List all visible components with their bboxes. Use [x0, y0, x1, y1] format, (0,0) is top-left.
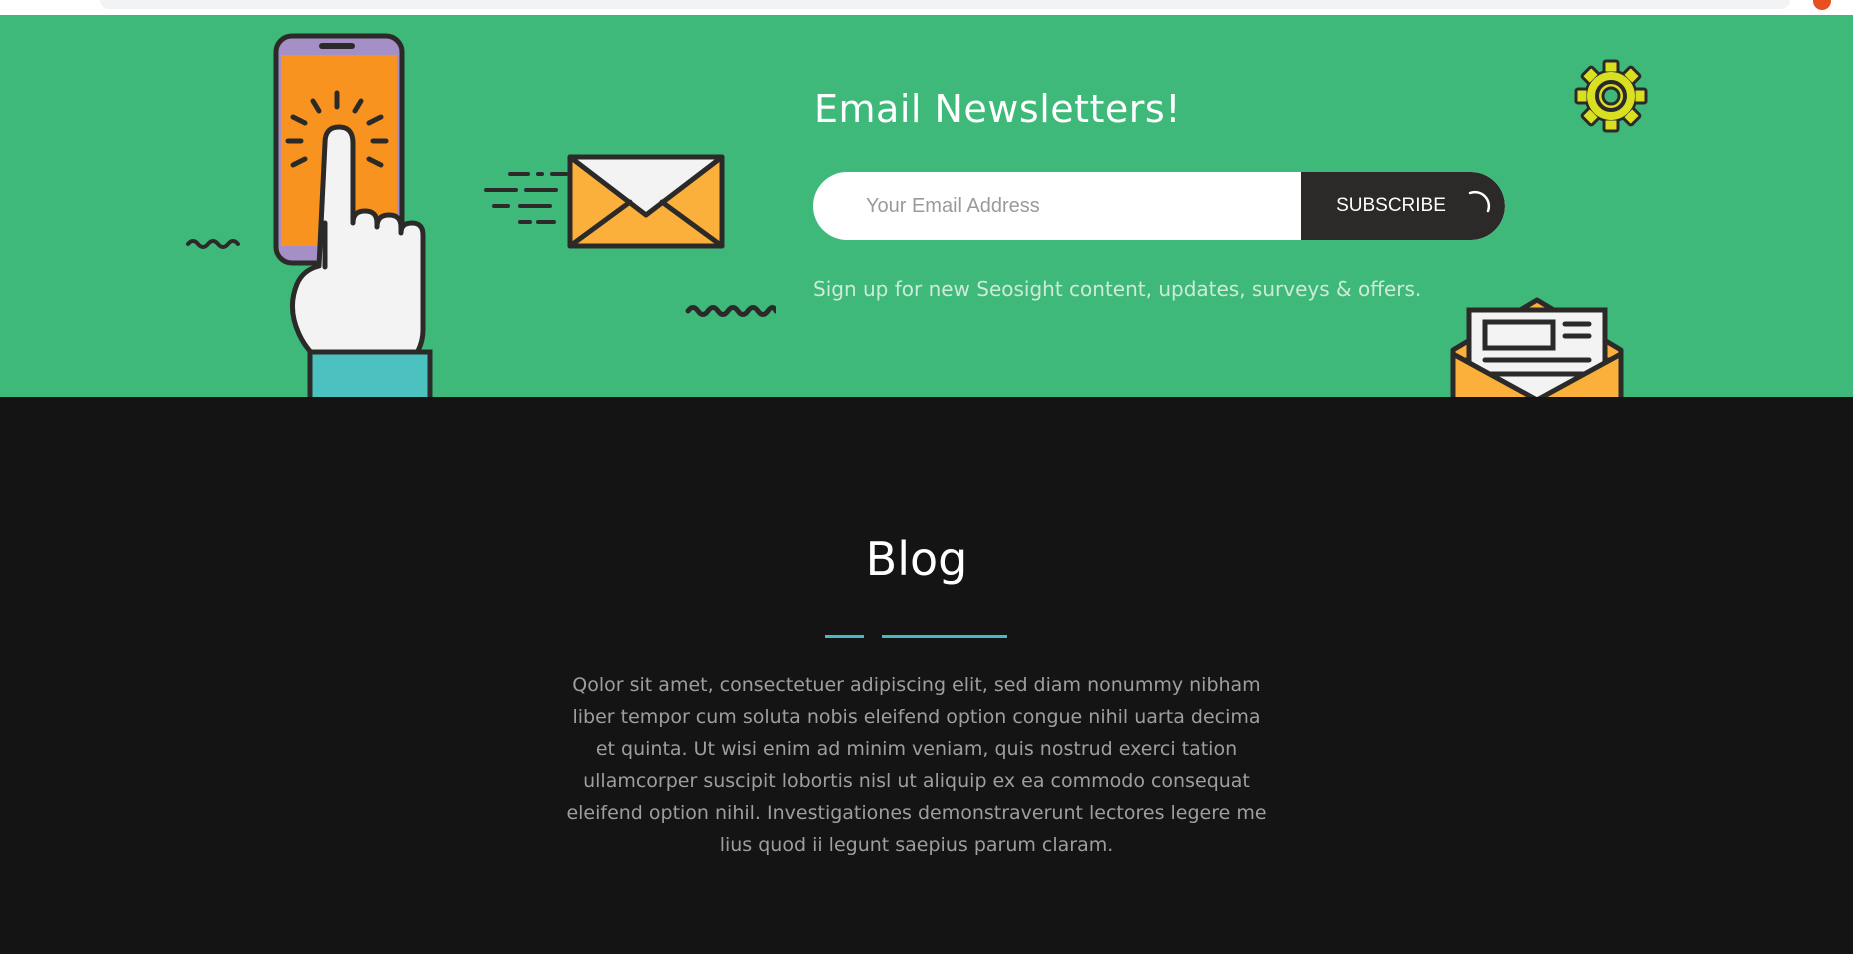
email-input[interactable]: [813, 172, 1300, 240]
squiggle-left: [186, 239, 240, 249]
address-bar[interactable]: [100, 0, 1790, 9]
title-divider-long: [882, 635, 1007, 638]
subscribe-button[interactable]: SUBSCRIBE: [1301, 172, 1505, 240]
newsletter-form: SUBSCRIBE: [813, 172, 1505, 240]
spinner-icon: [1468, 190, 1491, 213]
gear-icon: [1574, 59, 1648, 133]
blog-description: Qolor sit amet, consectetuer adipiscing …: [566, 674, 1267, 856]
profile-avatar[interactable]: [1813, 0, 1831, 10]
browser-toolbar-strip: [0, 0, 1853, 15]
blog-title: Blog: [865, 532, 968, 586]
newsletter-title: Email Newsletters!: [814, 87, 1181, 131]
newsletter-subtext: Sign up for new Seosight content, update…: [813, 277, 1422, 301]
envelope-icon: [484, 154, 725, 249]
title-divider-short: [825, 635, 864, 638]
squiggle-decoration: [685, 305, 776, 317]
phone-tap-illustration: [186, 33, 433, 397]
subscribe-button-label: SUBSCRIBE: [1336, 195, 1446, 216]
newsletter-section: Email Newsletters! SUBSCRIBE Sign up for…: [0, 15, 1853, 397]
blog-section: Blog Qolor sit amet, consectetuer adipis…: [0, 397, 1853, 954]
open-envelope-letter-icon: [1450, 297, 1624, 397]
